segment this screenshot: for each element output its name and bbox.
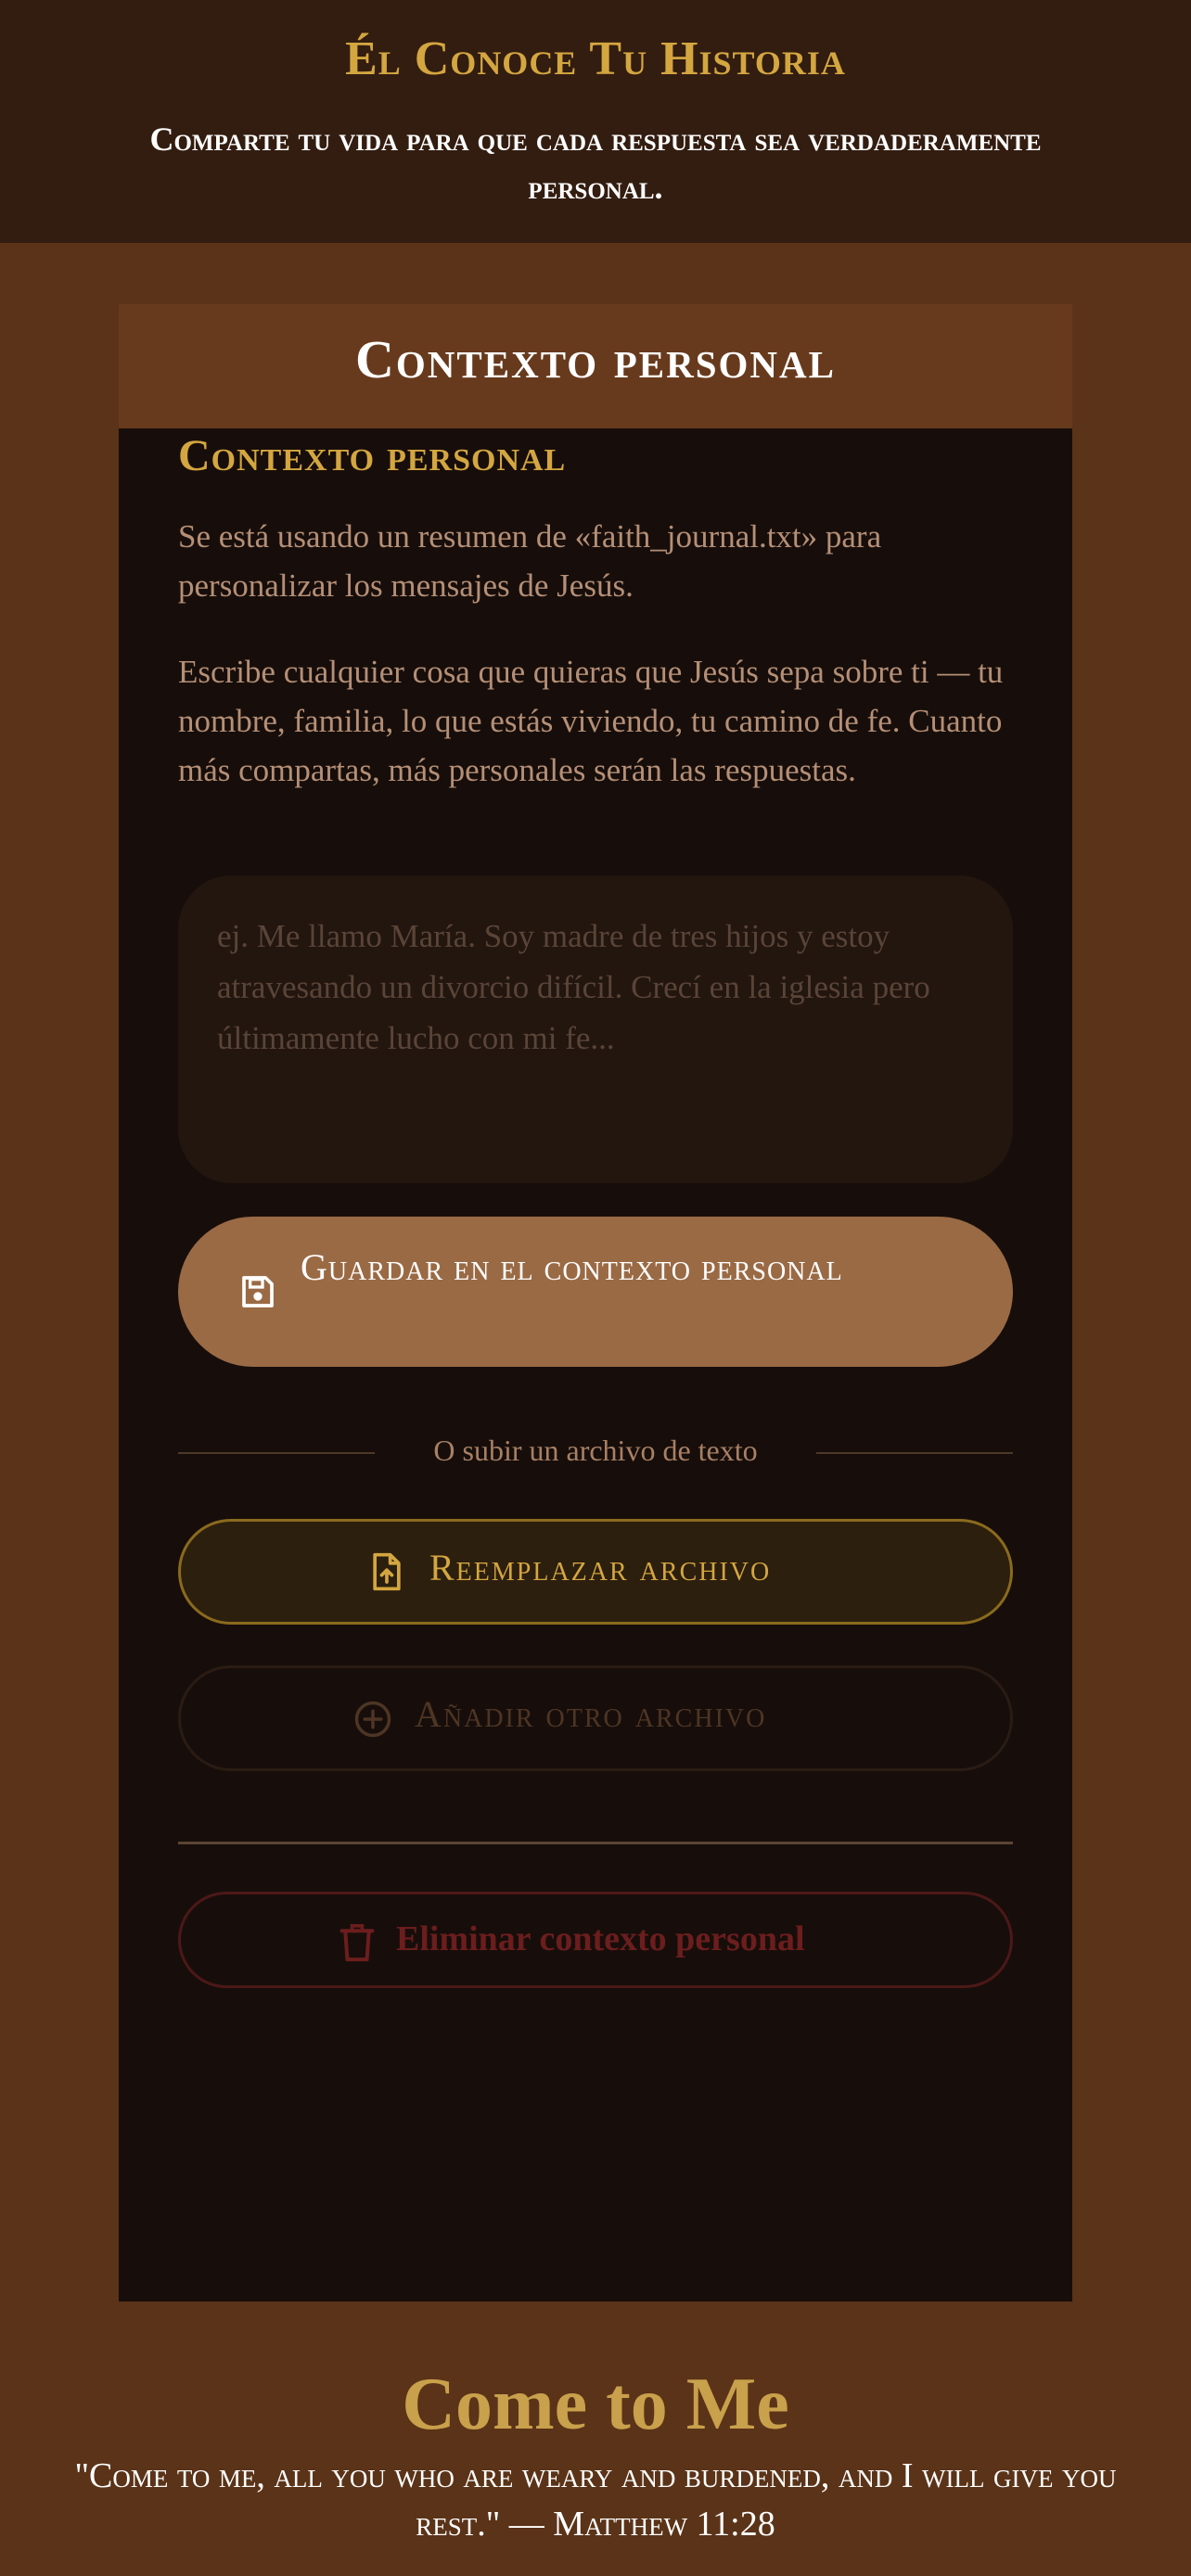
plus-circle-icon	[354, 1701, 391, 1738]
personal-context-textarea[interactable]	[178, 875, 1013, 1183]
card-header-title: Contexto personal	[355, 329, 836, 389]
card-header: Contexto personal	[119, 304, 1072, 428]
save-context-button[interactable]: Guardar en el contexto personal	[178, 1217, 1013, 1367]
divider-text: O subir un archivo de texto	[433, 1434, 758, 1467]
upload-divider: O subir un archivo de texto	[178, 1430, 1013, 1476]
delete-context-button[interactable]: Eliminar contexto personal	[178, 1892, 1013, 1988]
page-title: Él Conoce Tu Historia	[345, 32, 846, 85]
replace-button-label: Reemplazar archivo	[429, 1547, 772, 1588]
replace-file-button[interactable]: Reemplazar archivo	[178, 1519, 1013, 1625]
page-subtitle: Comparte tu vida para que cada respuesta…	[149, 121, 1042, 206]
footer-verse: "Come to me, all you who are weary and b…	[74, 2456, 1117, 2544]
save-button-label: Guardar en el contexto personal	[301, 1246, 843, 1288]
page-header: Él Conoce Tu Historia Comparte tu vida p…	[0, 0, 1191, 243]
summary-text: Se está usando un resumen de «faith_jour…	[178, 518, 882, 604]
instructions-text: Escribe cualquier cosa que quieras que J…	[178, 654, 1004, 788]
trash-icon	[339, 1924, 375, 1962]
footer-title: Come to Me	[402, 2364, 789, 2445]
section-title: Contexto personal	[178, 431, 567, 480]
personal-context-card: Contexto personal Contexto personal Se e…	[119, 304, 1072, 2302]
divider-line-right	[816, 1452, 1013, 1454]
delete-button-label: Eliminar contexto personal	[396, 1919, 805, 1958]
add-file-button[interactable]: Añadir otro archivo	[178, 1665, 1013, 1771]
file-upload-icon	[373, 1552, 401, 1591]
section-separator	[178, 1842, 1013, 1844]
add-button-label: Añadir otro archivo	[415, 1693, 767, 1735]
floppy-disk-icon	[242, 1276, 274, 1307]
